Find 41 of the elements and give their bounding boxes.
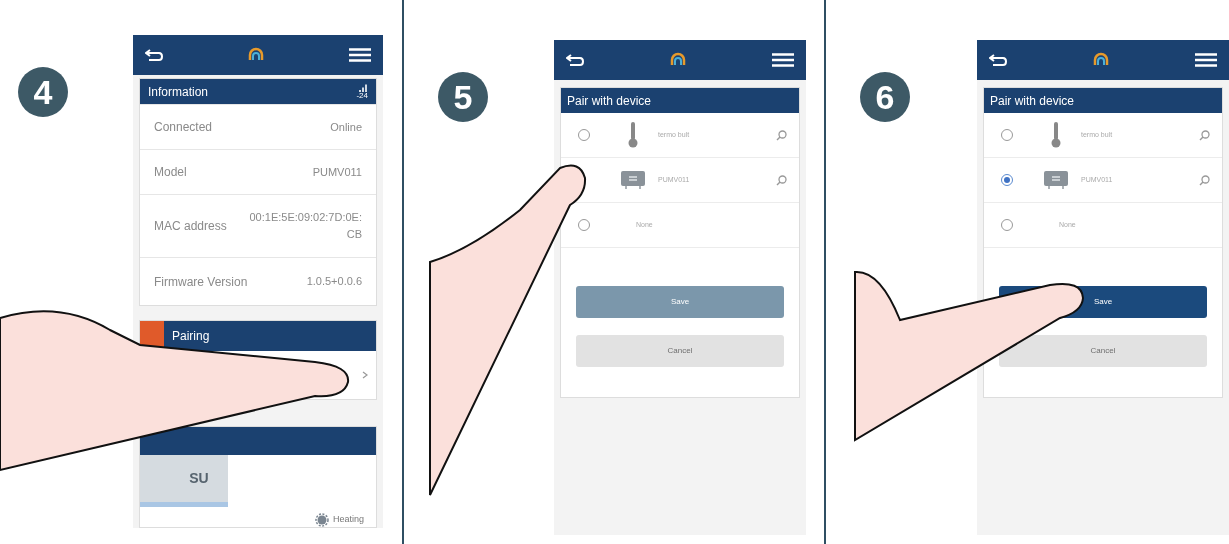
card-title: Information <box>148 83 209 101</box>
logo-icon <box>247 47 265 63</box>
thermometer-icon <box>628 122 638 148</box>
step-number: 5 <box>453 76 473 118</box>
back-icon[interactable] <box>989 54 1007 66</box>
back-icon[interactable] <box>145 49 163 61</box>
search-icon[interactable] <box>776 129 787 141</box>
logo-icon <box>669 52 687 68</box>
field-label: Connected <box>154 119 213 136</box>
field-value: 1.0.5+0.0.6 <box>306 274 362 289</box>
field-label: Model <box>154 164 187 181</box>
gear-icon <box>314 513 329 527</box>
signal-reading: -24 <box>356 91 368 100</box>
step-number: 6 <box>875 76 895 118</box>
save-button[interactable]: Save <box>576 286 784 318</box>
menu-icon[interactable] <box>772 53 794 67</box>
card-title[interactable]: Pairing <box>172 327 210 345</box>
field-value: 00:1E:5E:09:02:7D:0E: CB <box>249 210 362 242</box>
mode-label: Heating <box>332 513 364 527</box>
cancel-button[interactable]: Cancel <box>999 335 1207 367</box>
field-label: MAC address <box>154 218 227 235</box>
day-label: SU <box>189 469 209 488</box>
chevron-icon[interactable] <box>362 371 368 379</box>
menu-icon[interactable] <box>349 48 371 62</box>
search-icon[interactable] <box>1199 129 1210 141</box>
card-title: Pair with device <box>567 92 652 110</box>
menu-icon[interactable] <box>1195 53 1217 67</box>
search-icon[interactable] <box>776 174 787 186</box>
logo-icon <box>1092 52 1110 68</box>
device-icon <box>621 171 645 189</box>
back-icon[interactable] <box>566 54 584 66</box>
card-title: Pair with device <box>990 92 1075 110</box>
field-value: Online <box>330 119 362 135</box>
device-icon <box>1044 171 1068 189</box>
search-icon[interactable] <box>1199 174 1210 186</box>
field-value: PUMV011 <box>312 164 362 180</box>
field-label: Firmware Version <box>154 273 248 291</box>
thermometer-icon <box>1051 122 1061 148</box>
signal-icon <box>359 83 368 92</box>
step-number: 4 <box>33 71 53 113</box>
cancel-button[interactable]: Cancel <box>576 335 784 367</box>
